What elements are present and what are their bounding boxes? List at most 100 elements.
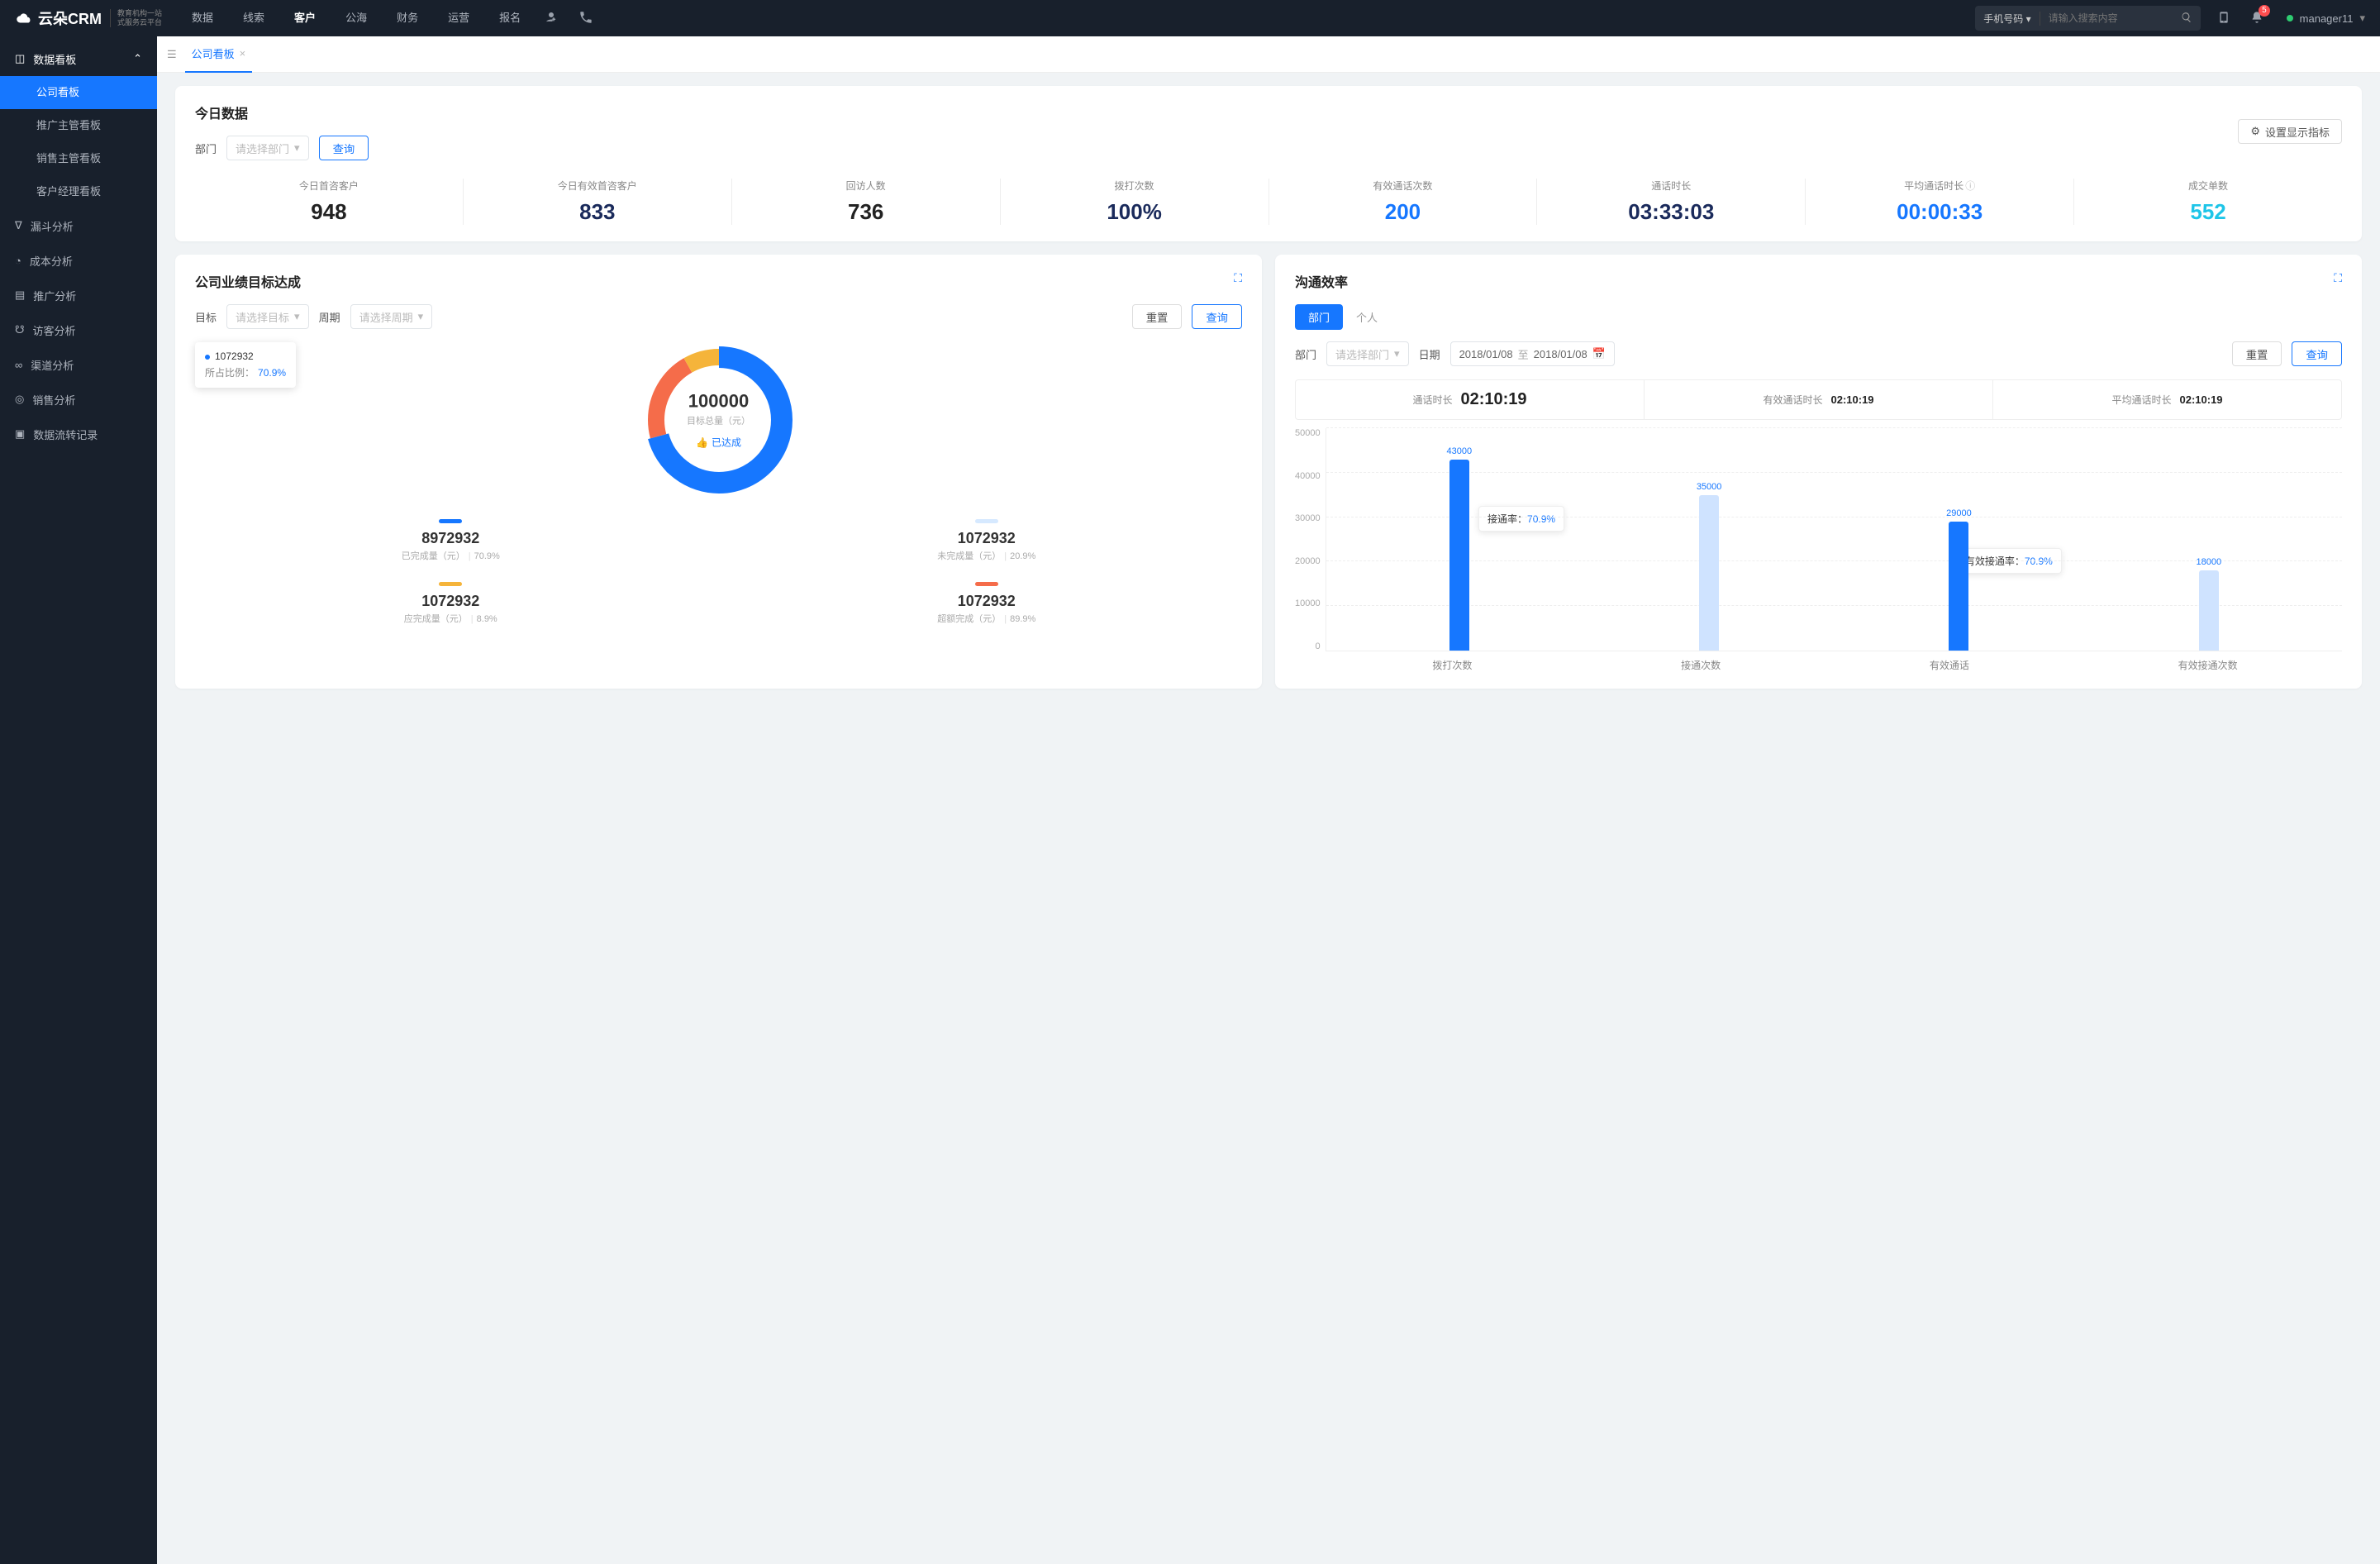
- sidebar-item-funnel[interactable]: ∇漏斗分析: [0, 208, 157, 243]
- dept-select[interactable]: 请选择部门▾: [226, 136, 309, 160]
- today-title: 今日数据: [195, 103, 369, 122]
- status-dot-icon: [2287, 15, 2293, 21]
- kpi: 拨打次数100%: [1001, 179, 1269, 225]
- time-cell: 平均通话时长02:10:19: [1993, 380, 2341, 419]
- clock-icon: ◔: [15, 255, 21, 267]
- legend-item: 8972932已完成量（元）|70.9%: [195, 519, 707, 562]
- settings-button[interactable]: ⚙ 设置显示指标: [2238, 119, 2342, 144]
- legend-item: 1072932未完成量（元）|20.9%: [731, 519, 1243, 562]
- sidebar-item-sales-board[interactable]: 销售主管看板: [0, 142, 157, 175]
- expand-icon[interactable]: ⛶: [2334, 271, 2342, 285]
- chart-tip-connect: 接通率：70.9%: [1478, 506, 1564, 532]
- query-button[interactable]: 查询: [319, 136, 369, 160]
- chevron-down-icon: ▾: [294, 141, 300, 155]
- bar-chart: 50000400003000020000100000 接通率：70.9% 有效接…: [1295, 428, 2342, 651]
- target-label: 目标: [195, 309, 217, 325]
- sidebar-item-visitor[interactable]: ☋访客分析: [0, 312, 157, 347]
- kpi: 今日首咨客户948: [195, 179, 464, 225]
- sidebar-item-flow[interactable]: ▣数据流转记录: [0, 417, 157, 451]
- search-scope[interactable]: 手机号码 ▾: [1975, 12, 2040, 26]
- sidebar-item-promotion[interactable]: ▤推广分析: [0, 278, 157, 312]
- sidebar-item-cost[interactable]: ◔成本分析: [0, 243, 157, 278]
- sidebar-group-dashboard[interactable]: ◫ 数据看板 ⌃: [0, 41, 157, 76]
- period-select[interactable]: 请选择周期▾: [350, 304, 433, 329]
- comm-title: 沟通效率: [1295, 271, 1348, 291]
- nav-customers[interactable]: 客户: [279, 0, 331, 36]
- bar: 35000: [1699, 495, 1719, 651]
- nav-data[interactable]: 数据: [177, 0, 228, 36]
- target-select[interactable]: 请选择目标▾: [226, 304, 309, 329]
- nav-enroll[interactable]: 报名: [484, 0, 536, 36]
- date-range[interactable]: 2018/01/08 至 2018/01/08 📅: [1450, 341, 1615, 366]
- channel-icon: ∞: [15, 359, 22, 371]
- nav-ops[interactable]: 运营: [433, 0, 484, 36]
- period-label: 周期: [319, 309, 340, 325]
- dept-label: 部门: [195, 141, 217, 156]
- chart-tooltip: 1072932 所占比例：70.9%: [195, 342, 296, 388]
- bar: 29000: [1949, 522, 1968, 651]
- chevron-down-icon: ▾: [2359, 12, 2365, 25]
- comm-card: 沟通效率 ⛶ 部门 个人 部门 请选择部门▾ 日期 2018/01: [1275, 255, 2362, 689]
- reset-button[interactable]: 重置: [2232, 341, 2282, 366]
- phone-icon[interactable]: [578, 10, 593, 27]
- chevron-up-icon: ⌃: [133, 52, 142, 65]
- visitor-icon: ☋: [15, 323, 25, 336]
- notification-badge: 5: [2259, 5, 2270, 17]
- query-button[interactable]: 查询: [2292, 341, 2342, 366]
- chevron-down-icon: ▾: [1394, 347, 1400, 360]
- sidebar-item-promo-board[interactable]: 推广主管看板: [0, 109, 157, 142]
- thumbs-up-icon: 👍: [696, 436, 708, 448]
- dept-label: 部门: [1295, 346, 1316, 362]
- x-label: 接通次数: [1681, 658, 1721, 672]
- kpi: 今日有效首咨客户833: [464, 179, 732, 225]
- bell-icon[interactable]: 5: [2250, 10, 2263, 27]
- add-user-icon[interactable]: [544, 10, 559, 27]
- legend-item: 1072932超额完成（元）|89.9%: [731, 582, 1243, 625]
- sidebar-item-manager-board[interactable]: 客户经理看板: [0, 175, 157, 208]
- query-button[interactable]: 查询: [1192, 304, 1242, 329]
- close-icon[interactable]: ×: [240, 47, 246, 60]
- donut-center-value: 100000: [687, 391, 750, 412]
- goal-card: 公司业绩目标达成 ⛶ 目标 请选择目标▾ 周期 请选择周期▾ 重置 查询: [175, 255, 1262, 689]
- dashboard-icon: ◫: [15, 52, 25, 65]
- global-search[interactable]: 手机号码 ▾: [1975, 6, 2200, 31]
- goal-title: 公司业绩目标达成: [195, 271, 301, 291]
- gear-icon: ⚙: [2250, 125, 2260, 138]
- achieved-badge: 👍已达成: [696, 436, 741, 450]
- kpi: 有效通话次数200: [1269, 179, 1538, 225]
- kpi: 回访人数736: [732, 179, 1001, 225]
- seg-dept[interactable]: 部门: [1295, 304, 1343, 330]
- kpi: 平均通话时长ⓘ00:00:33: [1806, 179, 2074, 225]
- nav-finance[interactable]: 财务: [382, 0, 433, 36]
- sidebar-item-company[interactable]: 公司看板: [0, 76, 157, 109]
- user-menu[interactable]: manager11 ▾: [2272, 12, 2380, 25]
- kpi: 成交单数552: [2074, 179, 2342, 225]
- today-card: 今日数据 部门 请选择部门▾ 查询 ⚙ 设置显示指标 今日首咨客户9: [175, 86, 2362, 241]
- top-nav: 数据 线索 客户 公海 财务 运营 报名: [177, 0, 536, 36]
- chevron-down-icon: ▾: [294, 310, 300, 323]
- menu-toggle-icon[interactable]: ☰: [167, 48, 177, 61]
- bar: 43000: [1449, 460, 1469, 651]
- logo: 云朵CRM 教育机构一站式服务云平台: [0, 7, 177, 29]
- x-label: 有效接通次数: [2178, 658, 2238, 672]
- expand-icon[interactable]: ⛶: [1234, 271, 1242, 285]
- sidebar-item-sales[interactable]: ◎销售分析: [0, 382, 157, 417]
- tab-company-board[interactable]: 公司看板 ×: [185, 36, 253, 73]
- kpi: 通话时长03:33:03: [1537, 179, 1806, 225]
- seg-person[interactable]: 个人: [1343, 304, 1391, 330]
- search-input[interactable]: [2040, 12, 2173, 24]
- mobile-icon[interactable]: [2217, 10, 2230, 27]
- donut-center-sub: 目标总量（元）: [687, 414, 750, 427]
- date-label: 日期: [1419, 346, 1440, 362]
- sidebar-item-channel[interactable]: ∞渠道分析: [0, 347, 157, 382]
- reset-button[interactable]: 重置: [1132, 304, 1183, 329]
- chevron-down-icon: ▾: [2026, 13, 2031, 25]
- dept-select[interactable]: 请选择部门▾: [1326, 341, 1409, 366]
- bar: 18000: [2199, 570, 2219, 651]
- nav-leads[interactable]: 线索: [228, 0, 279, 36]
- info-icon: ⓘ: [1965, 180, 1975, 192]
- calendar-icon: 📅: [1592, 347, 1606, 360]
- search-icon[interactable]: [2173, 12, 2201, 26]
- x-label: 拨打次数: [1432, 658, 1472, 672]
- nav-pool[interactable]: 公海: [331, 0, 382, 36]
